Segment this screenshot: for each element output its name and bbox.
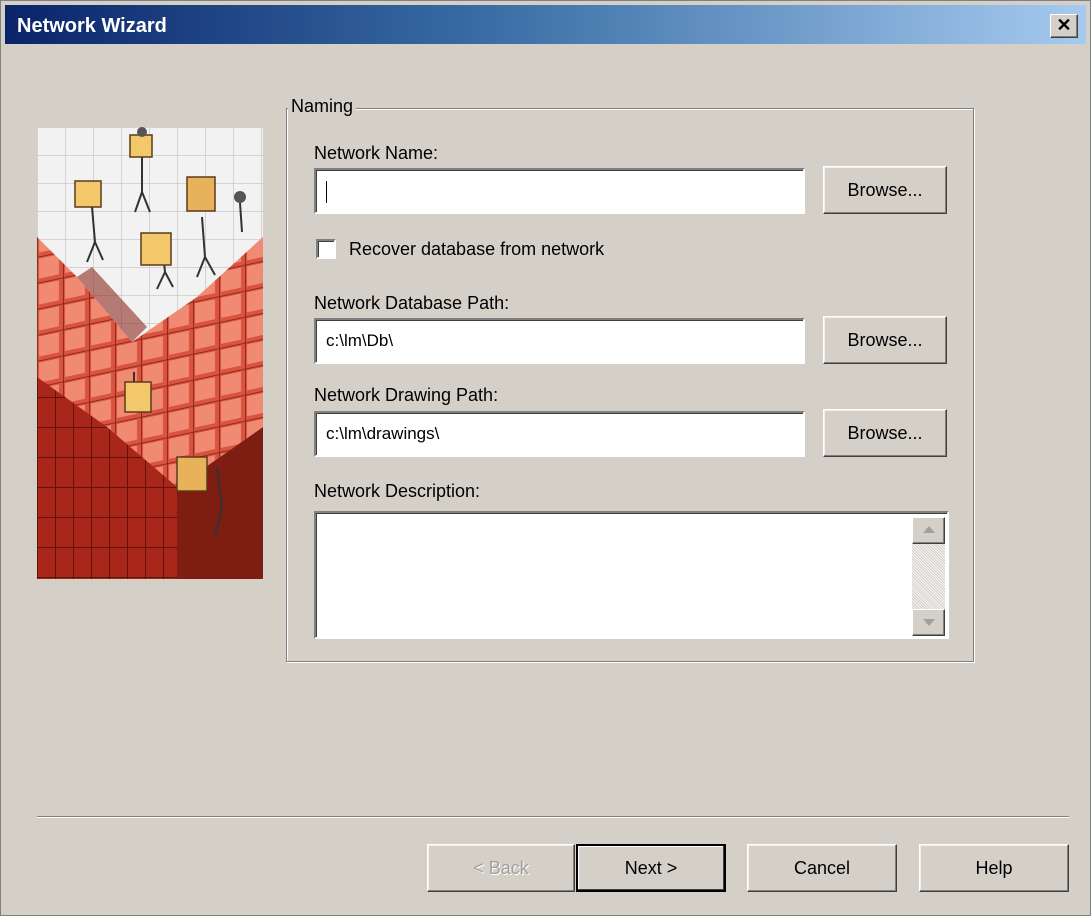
database-path-label: Network Database Path: — [314, 293, 510, 313]
scroll-down-arrow-icon — [923, 619, 935, 626]
close-button[interactable]: ✕ — [1050, 14, 1078, 38]
help-button[interactable]: Help — [919, 844, 1069, 892]
scroll-up-arrow-icon — [923, 526, 935, 533]
network-name-input[interactable] — [314, 168, 805, 214]
back-button[interactable]: < Back — [427, 844, 575, 892]
window-title: Network Wizard — [17, 15, 167, 37]
description-textarea[interactable] — [314, 511, 949, 639]
next-button[interactable]: Next > — [576, 844, 726, 892]
recover-database-label[interactable]: Recover database from network — [349, 239, 604, 260]
title-bar[interactable]: Network Wizard ✕ — [5, 5, 1086, 44]
network-name-browse-button[interactable]: Browse... — [823, 166, 947, 214]
database-path-browse-button[interactable]: Browse... — [823, 316, 947, 364]
drawing-path-label: Network Drawing Path: — [314, 385, 499, 405]
scroll-down-button[interactable] — [912, 609, 945, 636]
database-path-input[interactable]: c:\lm\Db\ — [314, 318, 805, 364]
drawing-path-browse-button[interactable]: Browse... — [823, 409, 947, 457]
scroll-up-button[interactable] — [912, 517, 945, 544]
description-label: Network Description: — [314, 481, 481, 501]
wizard-illustration — [37, 127, 263, 579]
footer-separator — [37, 816, 1069, 818]
close-icon: ✕ — [1056, 15, 1072, 35]
network-wizard-window: Network Wizard ✕ Naming Network Name: Br… — [0, 0, 1091, 916]
text-cursor — [326, 180, 327, 203]
network-name-label: Network Name: — [314, 143, 439, 163]
drawing-path-input[interactable]: c:\lm\drawings\ — [314, 411, 805, 457]
naming-group-label: Naming — [288, 96, 357, 117]
recover-database-checkbox[interactable] — [316, 239, 336, 259]
cancel-button[interactable]: Cancel — [747, 844, 897, 892]
description-scrollbar[interactable] — [912, 517, 945, 636]
